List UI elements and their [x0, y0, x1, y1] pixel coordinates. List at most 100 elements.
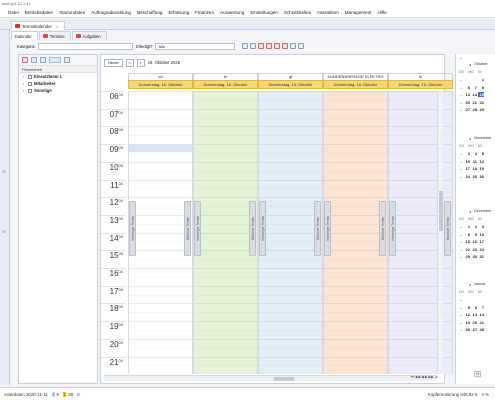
mini-day[interactable]: 15: [464, 239, 470, 244]
menu-item-management[interactable]: Management: [345, 10, 372, 15]
mini-day[interactable]: 12: [464, 312, 470, 317]
chevron-left-icon[interactable]: ‹: [460, 56, 462, 62]
week-select-icon[interactable]: →: [459, 305, 463, 310]
settings-icon[interactable]: [298, 43, 305, 49]
mini-day[interactable]: 9: [471, 232, 477, 237]
menu-item-einstellungen[interactable]: Einstellungen: [250, 10, 278, 15]
status-count-2[interactable]: ! 28: [63, 391, 73, 397]
kategorie-select[interactable]: [37, 42, 133, 50]
tab-kalender[interactable]: Kalender: [11, 31, 38, 40]
week-select-icon[interactable]: →: [459, 85, 463, 90]
mini-day[interactable]: [471, 297, 477, 302]
chevron-right-icon[interactable]: ›: [23, 81, 26, 86]
mini-day[interactable]: 25: [471, 174, 477, 179]
next-appointment-tab[interactable]: Nächster Termin: [184, 201, 191, 256]
mini-day[interactable]: 24: [464, 174, 470, 179]
month-prev-icon[interactable]: ◂: [469, 62, 471, 67]
next-button[interactable]: >: [136, 58, 145, 67]
week-select-icon[interactable]: →: [459, 320, 463, 325]
mini-day[interactable]: 8: [464, 232, 470, 237]
print-icon[interactable]: [242, 43, 249, 49]
chevron-right-icon[interactable]: ›: [23, 88, 26, 93]
next-appointment-tab[interactable]: Nächster Termin: [314, 201, 321, 256]
mini-day[interactable]: 28: [478, 327, 484, 332]
selected-time-slot[interactable]: [129, 144, 192, 153]
mini-day[interactable]: 8: [478, 85, 484, 90]
mini-day[interactable]: 4: [471, 151, 477, 156]
mini-day[interactable]: 29: [464, 254, 470, 259]
menu-item-schnittstellen[interactable]: Schnittstellen: [284, 10, 311, 15]
month-prev-icon[interactable]: ◂: [469, 282, 471, 287]
month-view-icon[interactable]: [274, 43, 281, 49]
next-appointment-tab[interactable]: Nächster Termin: [249, 201, 256, 256]
previous-appointment-tab[interactable]: Vorheriger Termin: [389, 201, 396, 256]
week-select-icon[interactable]: →: [459, 77, 463, 82]
checkbox[interactable]: [28, 74, 32, 79]
menu-item-interaktion[interactable]: Interaktion: [317, 10, 338, 15]
erledigt-select[interactable]: Alle: [155, 42, 236, 50]
mini-day[interactable]: 24: [478, 247, 484, 252]
menu-item-hilfe[interactable]: Hilfe: [378, 10, 387, 15]
mini-day[interactable]: 12: [478, 159, 484, 164]
previous-appointment-tab[interactable]: Vorheriger Termin: [129, 201, 136, 256]
tab-termine[interactable]: Termine: [38, 31, 71, 40]
mini-day[interactable]: 6: [464, 85, 470, 90]
pager-controls[interactable]: ⏮ ◀◀ ◀ ▶ ▶▶ ⏭: [411, 375, 438, 379]
week-select-icon[interactable]: →: [459, 239, 463, 244]
tab-terminkalender[interactable]: Terminkalender ×: [11, 21, 66, 30]
mini-day[interactable]: 16: [471, 239, 477, 244]
chevron-right-icon[interactable]: ›: [23, 74, 26, 79]
mini-day[interactable]: 22: [464, 247, 470, 252]
checkbox[interactable]: [28, 81, 32, 86]
week-view-icon[interactable]: [266, 43, 273, 49]
checkbox[interactable]: [28, 88, 32, 93]
mini-day[interactable]: 26: [478, 174, 484, 179]
mini-day[interactable]: [478, 297, 484, 302]
mini-day[interactable]: 18: [471, 166, 477, 171]
mini-day[interactable]: 3: [478, 224, 484, 229]
today-button[interactable]: Heute: [104, 58, 123, 67]
week-select-icon[interactable]: →: [459, 312, 463, 317]
refresh-icon[interactable]: [64, 57, 70, 63]
mini-day[interactable]: 1: [478, 77, 484, 82]
mini-day[interactable]: 28: [471, 107, 477, 112]
menu-item-beschaffung[interactable]: Beschaffung: [137, 10, 162, 15]
mini-day[interactable]: 5: [478, 151, 484, 156]
week-select-icon[interactable]: →: [459, 254, 463, 259]
week-select-icon[interactable]: →: [459, 151, 463, 156]
next-appointment-tab[interactable]: Nächster Termin: [444, 201, 451, 256]
scroll-thumb[interactable]: [439, 191, 443, 231]
mini-day[interactable]: 6: [471, 305, 477, 310]
mini-day[interactable]: 19: [478, 166, 484, 171]
mini-day[interactable]: 26: [464, 327, 470, 332]
mini-day[interactable]: 17: [478, 239, 484, 244]
week-select-icon[interactable]: →: [459, 247, 463, 252]
menu-item-erfassung[interactable]: Erfassung: [168, 10, 189, 15]
week-select-icon[interactable]: →: [459, 297, 463, 302]
mini-day[interactable]: 5: [464, 305, 470, 310]
mini-day[interactable]: 14: [471, 92, 477, 97]
mini-day[interactable]: 15: [478, 92, 484, 97]
tree-item[interactable]: › Sonstige: [19, 87, 97, 94]
tab-aufgaben[interactable]: Aufgaben: [71, 31, 107, 40]
week-select-icon[interactable]: →: [459, 232, 463, 237]
previous-appointment-tab[interactable]: Vorheriger Termin: [259, 201, 266, 256]
scroll-thumb[interactable]: [274, 377, 294, 381]
mini-day[interactable]: 7: [478, 305, 484, 310]
week-select-icon[interactable]: →: [459, 224, 463, 229]
week-select-icon[interactable]: →: [459, 166, 463, 171]
mini-day[interactable]: 19: [464, 320, 470, 325]
timeline-view-icon[interactable]: [282, 43, 289, 49]
horizontal-scrollbar[interactable]: [104, 375, 437, 381]
mini-day[interactable]: 7: [471, 85, 477, 90]
mini-day[interactable]: 23: [471, 247, 477, 252]
week-select-icon[interactable]: →: [459, 100, 463, 105]
mini-day[interactable]: 13: [464, 92, 470, 97]
prev-button[interactable]: <: [125, 58, 134, 67]
menu-item-datei[interactable]: Datei: [8, 10, 19, 15]
next-appointment-tab[interactable]: Nächster Termin: [379, 201, 386, 256]
month-prev-icon[interactable]: ◂: [469, 209, 471, 214]
close-icon[interactable]: ×: [56, 24, 58, 29]
mini-day[interactable]: 21: [471, 100, 477, 105]
menu-item-auswertung[interactable]: Auswertung: [220, 10, 244, 15]
